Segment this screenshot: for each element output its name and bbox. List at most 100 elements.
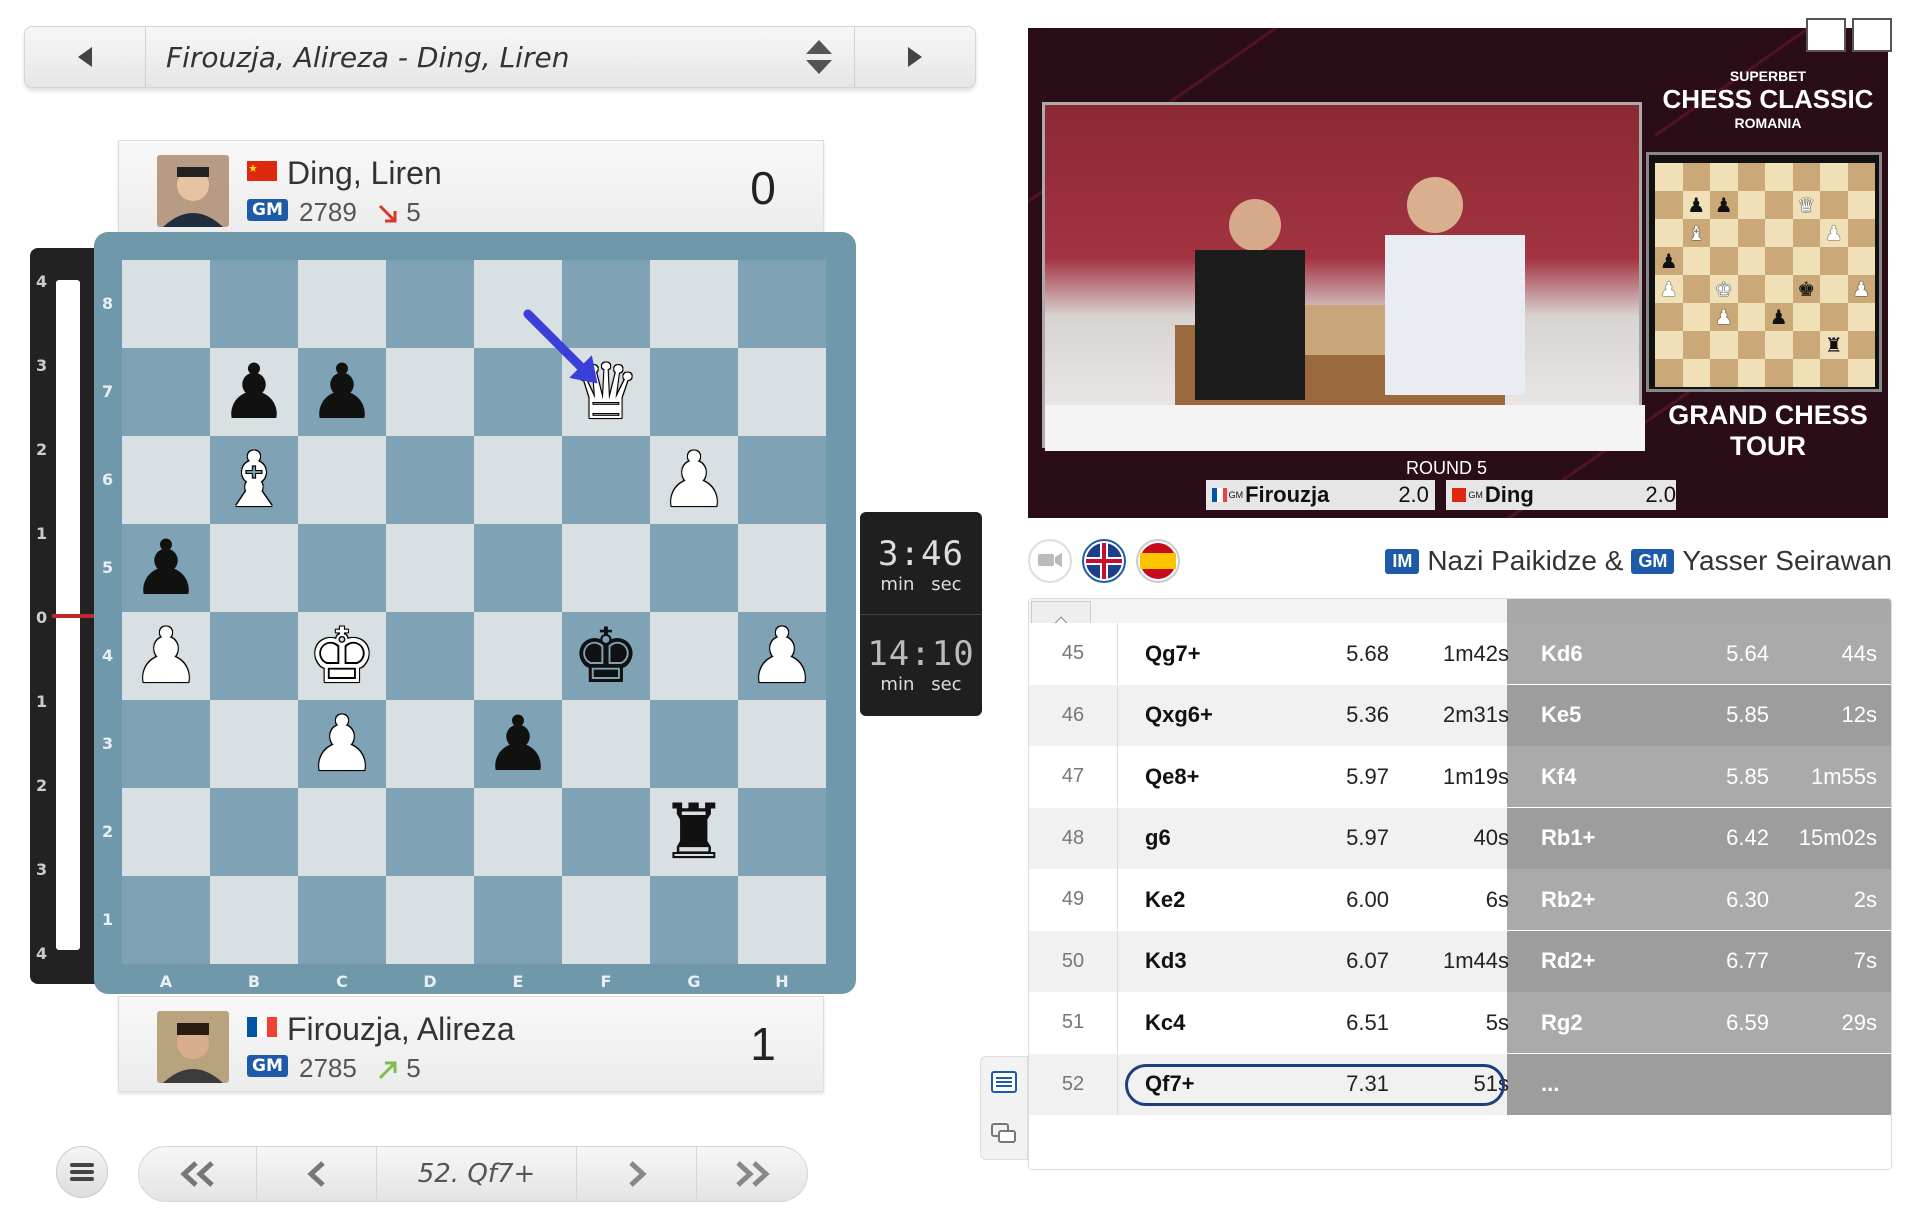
spain-flag-icon[interactable]: [1136, 539, 1180, 583]
white-piece-h4[interactable]: ♟: [738, 612, 826, 700]
square-a1[interactable]: [122, 876, 210, 964]
square-e3[interactable]: ♟: [474, 700, 562, 788]
first-move-button[interactable]: [139, 1147, 257, 1201]
move-row[interactable]: 48 g6 5.97 40s Rb1+ 6.42 15m02s: [1029, 807, 1891, 869]
square-h3[interactable]: [738, 700, 826, 788]
black-piece-f4[interactable]: ♚: [562, 612, 650, 700]
square-a3[interactable]: [122, 700, 210, 788]
square-c4[interactable]: ♚: [298, 612, 386, 700]
square-f5[interactable]: [562, 524, 650, 612]
next-game-button[interactable]: [855, 27, 975, 87]
menu-button[interactable]: [56, 1146, 108, 1198]
square-b2[interactable]: [210, 788, 298, 876]
square-d7[interactable]: [386, 348, 474, 436]
square-g5[interactable]: [650, 524, 738, 612]
square-e5[interactable]: [474, 524, 562, 612]
next-move-button[interactable]: [577, 1147, 697, 1201]
square-h5[interactable]: [738, 524, 826, 612]
fullscreen-icon[interactable]: [1852, 18, 1892, 52]
black-piece-b7[interactable]: ♟: [210, 348, 298, 436]
white-piece-c3[interactable]: ♟: [298, 700, 386, 788]
square-h6[interactable]: [738, 436, 826, 524]
white-piece-b6[interactable]: ♝: [210, 436, 298, 524]
square-d2[interactable]: [386, 788, 474, 876]
camera-icon[interactable]: [1028, 539, 1072, 583]
square-e2[interactable]: [474, 788, 562, 876]
square-d8[interactable]: [386, 260, 474, 348]
square-e7[interactable]: [474, 348, 562, 436]
square-d1[interactable]: [386, 876, 474, 964]
chat-icon[interactable]: [991, 1123, 1017, 1149]
chess-board[interactable]: ♟ ♟ ♛ ♝ ♟ ♟ ♟ ♚ ♚ ♟ ♟ ♟ ♜: [122, 260, 826, 964]
square-d6[interactable]: [386, 436, 474, 524]
video-player[interactable]: SUPERBET CHESS CLASSIC ROMANIA ♟ ♟ ♛ ♝ ♟ ♟ ♟ ♚ ♚…: [1028, 28, 1888, 518]
square-e1[interactable]: [474, 876, 562, 964]
move-row[interactable]: 47 Qe8+ 5.97 1m19s Kf4 5.85 1m55s: [1029, 746, 1891, 807]
game-title[interactable]: Firouzja, Alireza - Ding, Liren: [146, 41, 784, 74]
square-c6[interactable]: [298, 436, 386, 524]
updown-arrows-icon[interactable]: [784, 40, 854, 74]
square-b7[interactable]: ♟: [210, 348, 298, 436]
square-g4[interactable]: [650, 612, 738, 700]
square-f6[interactable]: [562, 436, 650, 524]
square-g7[interactable]: [650, 348, 738, 436]
popout-icon[interactable]: [1806, 18, 1846, 52]
white-piece-c4[interactable]: ♚: [298, 612, 386, 700]
player-name[interactable]: Ding, Liren: [287, 155, 442, 192]
move-row[interactable]: 46 Qxg6+ 5.36 2m31s Ke5 5.85 12s: [1029, 684, 1891, 746]
square-h8[interactable]: [738, 260, 826, 348]
move-row[interactable]: 51 Kc4 6.51 5s Rg2 6.59 29s: [1029, 992, 1891, 1053]
black-piece-g2[interactable]: ♜: [650, 788, 738, 876]
square-f4[interactable]: ♚: [562, 612, 650, 700]
square-g1[interactable]: [650, 876, 738, 964]
square-d4[interactable]: [386, 612, 474, 700]
square-e8[interactable]: [474, 260, 562, 348]
square-g6[interactable]: ♟: [650, 436, 738, 524]
square-f1[interactable]: [562, 876, 650, 964]
player-name[interactable]: Firouzja, Alireza: [287, 1011, 515, 1048]
prev-move-button[interactable]: [257, 1147, 377, 1201]
uk-flag-icon[interactable]: [1082, 539, 1126, 583]
square-a7[interactable]: [122, 348, 210, 436]
square-a8[interactable]: [122, 260, 210, 348]
white-piece-g6[interactable]: ♟: [650, 436, 738, 524]
square-b5[interactable]: [210, 524, 298, 612]
move-row[interactable]: 52 Qf7+ 7.31 51s...: [1029, 1053, 1891, 1115]
white-piece-a4[interactable]: ♟: [122, 612, 210, 700]
square-f3[interactable]: [562, 700, 650, 788]
square-h1[interactable]: [738, 876, 826, 964]
square-d5[interactable]: [386, 524, 474, 612]
square-c8[interactable]: [298, 260, 386, 348]
square-a5[interactable]: ♟: [122, 524, 210, 612]
list-view-icon[interactable]: [991, 1071, 1017, 1097]
square-e4[interactable]: [474, 612, 562, 700]
square-a6[interactable]: [122, 436, 210, 524]
square-d3[interactable]: [386, 700, 474, 788]
black-piece-e3[interactable]: ♟: [474, 700, 562, 788]
square-h4[interactable]: ♟: [738, 612, 826, 700]
square-f8[interactable]: [562, 260, 650, 348]
white-piece-f7[interactable]: ♛: [562, 348, 650, 436]
square-h2[interactable]: [738, 788, 826, 876]
black-piece-c7[interactable]: ♟: [298, 348, 386, 436]
prev-game-button[interactable]: [25, 27, 145, 87]
square-a4[interactable]: ♟: [122, 612, 210, 700]
black-piece-a5[interactable]: ♟: [122, 524, 210, 612]
square-c7[interactable]: ♟: [298, 348, 386, 436]
square-a2[interactable]: [122, 788, 210, 876]
square-c3[interactable]: ♟: [298, 700, 386, 788]
square-b3[interactable]: [210, 700, 298, 788]
last-move-button[interactable]: [697, 1147, 807, 1201]
square-g2[interactable]: ♜: [650, 788, 738, 876]
square-g8[interactable]: [650, 260, 738, 348]
square-c5[interactable]: [298, 524, 386, 612]
move-row[interactable]: 45 Qg7+ 5.68 1m42s Kd6 5.64 44s: [1029, 623, 1891, 684]
square-b6[interactable]: ♝: [210, 436, 298, 524]
move-row[interactable]: 50 Kd3 6.07 1m44s Rd2+ 6.77 7s: [1029, 930, 1891, 992]
square-f7[interactable]: ♛: [562, 348, 650, 436]
square-b4[interactable]: [210, 612, 298, 700]
square-b8[interactable]: [210, 260, 298, 348]
square-b1[interactable]: [210, 876, 298, 964]
square-e6[interactable]: [474, 436, 562, 524]
square-h7[interactable]: [738, 348, 826, 436]
